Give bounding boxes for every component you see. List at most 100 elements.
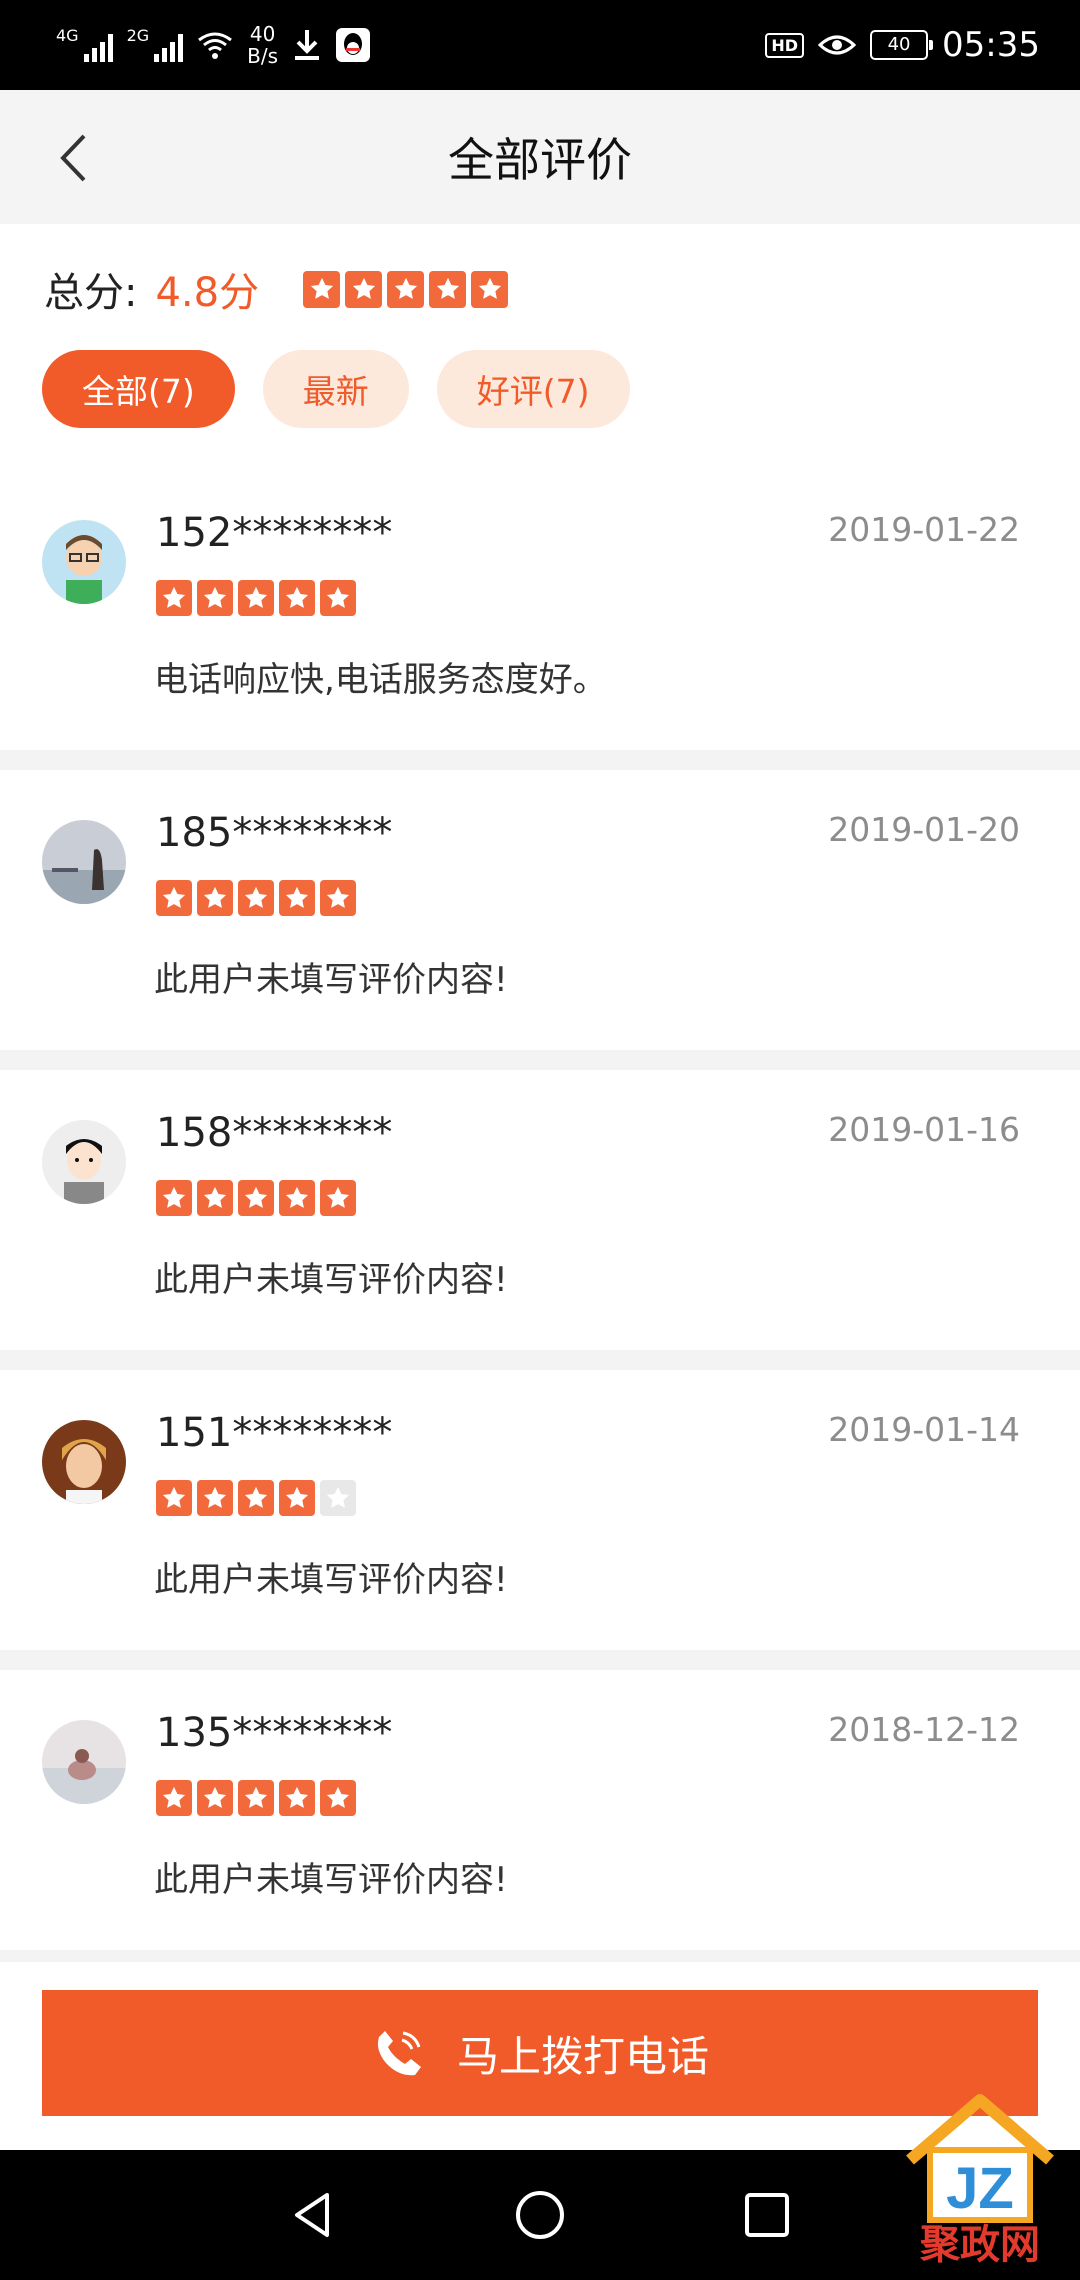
star-filled-icon [156,1780,192,1816]
call-now-button[interactable]: 马上拨打电话 [42,1990,1038,2116]
call-now-label: 马上拨打电话 [456,2031,709,2081]
star-empty-icon [320,1480,356,1516]
review-list: 152******** 2019-01-22 电话响应快,电话服务态度好。 18… [0,470,1080,1970]
review-item: 158******** 2019-01-16 此用户未填写评价内容! [0,1070,1080,1370]
review-item: 135******** 2018-12-12 此用户未填写评价内容! [0,1670,1080,1970]
star-filled-icon [156,1480,192,1516]
review-date: 2019-01-14 [828,1410,1020,1449]
phone-icon [377,2031,421,2076]
status-bar: 4G 2G 40 B/s HD 40 05:35 [0,0,1080,90]
review-item: 185******** 2019-01-20 此用户未填写评价内容! [0,770,1080,1070]
star-filled-icon [320,1780,356,1816]
nav-back-icon[interactable] [285,2187,341,2243]
review-text: 此用户未填写评价内容! [154,960,508,1000]
battery-icon: 40 [870,30,934,60]
review-stars [156,880,356,916]
review-text: 此用户未填写评价内容! [154,1860,508,1900]
wifi-icon [198,32,233,59]
avatar [42,1720,126,1804]
filter-all[interactable]: 全部(7) [42,350,235,428]
house-logo-icon: JZ 聚政网 [906,2094,1054,2268]
avatar-cartoon-icon [42,520,126,604]
score-value: 4.8分 [155,270,260,316]
star-filled-icon [303,270,341,308]
star-filled-icon [197,880,233,916]
avatar [42,820,126,904]
star-filled-icon [279,1780,315,1816]
download-icon [295,30,320,60]
review-text: 电话响应快,电话服务态度好。 [154,660,607,700]
review-date: 2019-01-22 [828,510,1020,549]
review-stars [156,580,356,616]
star-filled-icon [279,1480,315,1516]
star-filled-icon [387,270,425,308]
filter-good[interactable]: 好评(7) [436,350,630,428]
nav-home-icon[interactable] [512,2187,568,2243]
review-text: 此用户未填写评价内容! [154,1260,508,1300]
star-filled-icon [320,880,356,916]
avatar [42,1420,126,1504]
score-stars [303,270,509,308]
signal-2g: 2G [127,28,184,62]
star-filled-icon [197,1780,233,1816]
review-user: 135******** [156,1710,393,1756]
star-filled-icon [238,1780,274,1816]
filter-latest[interactable]: 最新 [262,350,409,428]
star-filled-icon [279,580,315,616]
signal-bars-icon [83,32,113,62]
svg-text:JZ: JZ [946,2156,1014,2221]
review-item: 151******** 2019-01-14 此用户未填写评价内容! [0,1370,1080,1670]
eye-comfort-icon [818,35,857,55]
star-filled-icon [279,880,315,916]
page-title: 全部评价 [448,133,632,187]
star-filled-icon [197,580,233,616]
nav-recents-icon[interactable] [739,2187,795,2243]
review-date: 2019-01-20 [828,810,1020,849]
review-user: 158******** [156,1110,393,1156]
star-filled-icon [429,270,467,308]
review-stars [156,1480,356,1516]
star-filled-icon [197,1180,233,1216]
star-filled-icon [238,1180,274,1216]
review-text: 此用户未填写评价内容! [154,1560,508,1600]
star-filled-icon [238,580,274,616]
watermark-logo: JZ 聚政网 [890,2090,1070,2270]
star-filled-icon [320,1180,356,1216]
qq-icon [336,28,371,62]
overall-score: 总分: 4.8分 [44,260,509,318]
star-filled-icon [320,580,356,616]
review-user: 151******** [156,1410,393,1456]
network-speed: 40 B/s [247,22,279,68]
star-filled-icon [156,580,192,616]
star-filled-icon [156,880,192,916]
review-user: 185******** [156,810,393,856]
avatar [42,1120,126,1204]
avatar-photo-icon [42,820,126,904]
review-date: 2019-01-16 [828,1110,1020,1149]
hd-icon: HD [765,32,805,58]
back-button[interactable] [48,130,98,186]
chevron-left-icon [60,134,86,182]
star-filled-icon [156,1180,192,1216]
signal-4g: 4G [56,28,113,62]
watermark-text: 聚政网 [919,2222,1040,2268]
review-date: 2018-12-12 [828,1710,1020,1749]
app-header: 全部评价 [0,90,1080,224]
star-filled-icon [197,1480,233,1516]
clock: 05:35 [942,25,1040,65]
review-item: 152******** 2019-01-22 电话响应快,电话服务态度好。 [0,470,1080,770]
avatar-photo-icon [42,1720,126,1804]
filter-tabs: 全部(7) 最新 好评(7) [42,350,630,428]
signal-bars-icon [154,32,184,62]
review-stars [156,1780,356,1816]
score-label: 总分: [44,270,138,316]
star-filled-icon [345,270,383,308]
review-stars [156,1180,356,1216]
star-filled-icon [238,880,274,916]
avatar-photo-icon [42,1420,126,1504]
avatar [42,520,126,604]
star-filled-icon [279,1180,315,1216]
avatar-cartoon-icon [42,1120,126,1204]
review-user: 152******** [156,510,393,556]
star-filled-icon [238,1480,274,1516]
